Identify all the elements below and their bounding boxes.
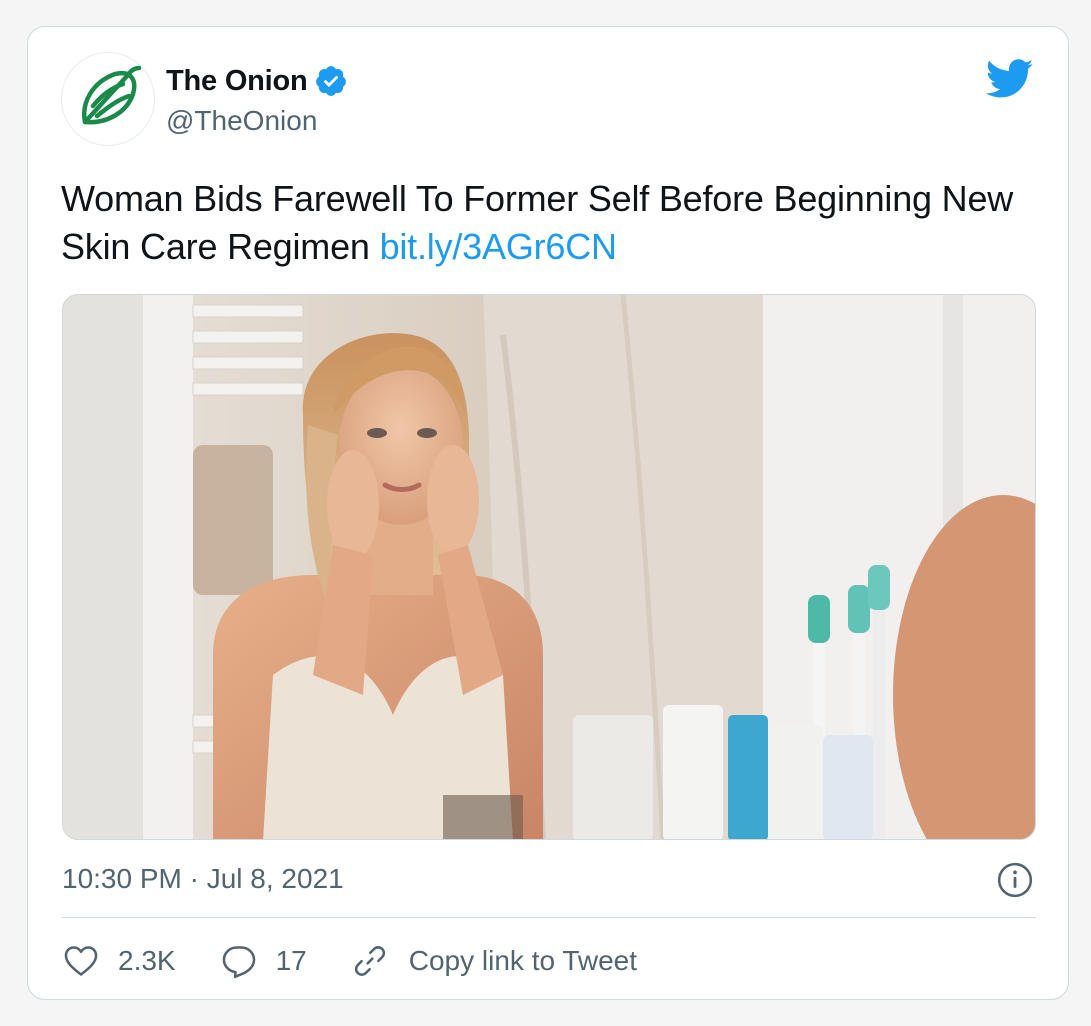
tweet-text: Woman Bids Farewell To Former Self Befor… — [61, 175, 1041, 271]
reply-button[interactable]: 17 — [220, 942, 307, 980]
reply-bubble-icon — [222, 946, 255, 979]
verified-badge-icon — [315, 66, 346, 96]
onion-logo-icon — [82, 65, 142, 125]
tweet-card[interactable]: The Onion @TheOnion Woman Bids Farewell … — [27, 26, 1069, 1000]
author-avatar[interactable] — [61, 52, 155, 146]
like-count: 2.3K — [118, 945, 176, 976]
twitter-bird-icon[interactable] — [986, 59, 1034, 99]
author-display-name[interactable]: The Onion — [166, 65, 308, 98]
divider — [62, 917, 1036, 918]
like-button[interactable]: 2.3K — [62, 942, 176, 980]
tweet-actions: 2.3K 17 Copy link to Tweet — [62, 939, 681, 983]
heart-icon — [64, 946, 98, 976]
link-icon — [354, 946, 385, 976]
copy-link-button[interactable]: Copy link to Tweet — [351, 942, 637, 980]
tweet-link[interactable]: bit.ly/3AGr6CN — [380, 226, 617, 267]
tweet-photo[interactable] — [62, 294, 1036, 840]
tweet-timestamp[interactable]: 10:30 PM · Jul 8, 2021 — [62, 863, 344, 895]
bathroom-photo — [63, 295, 1035, 839]
reply-count: 17 — [275, 945, 307, 976]
info-icon[interactable] — [996, 861, 1034, 899]
copy-link-label: Copy link to Tweet — [408, 945, 638, 976]
author-handle[interactable]: @TheOnion — [166, 105, 317, 137]
